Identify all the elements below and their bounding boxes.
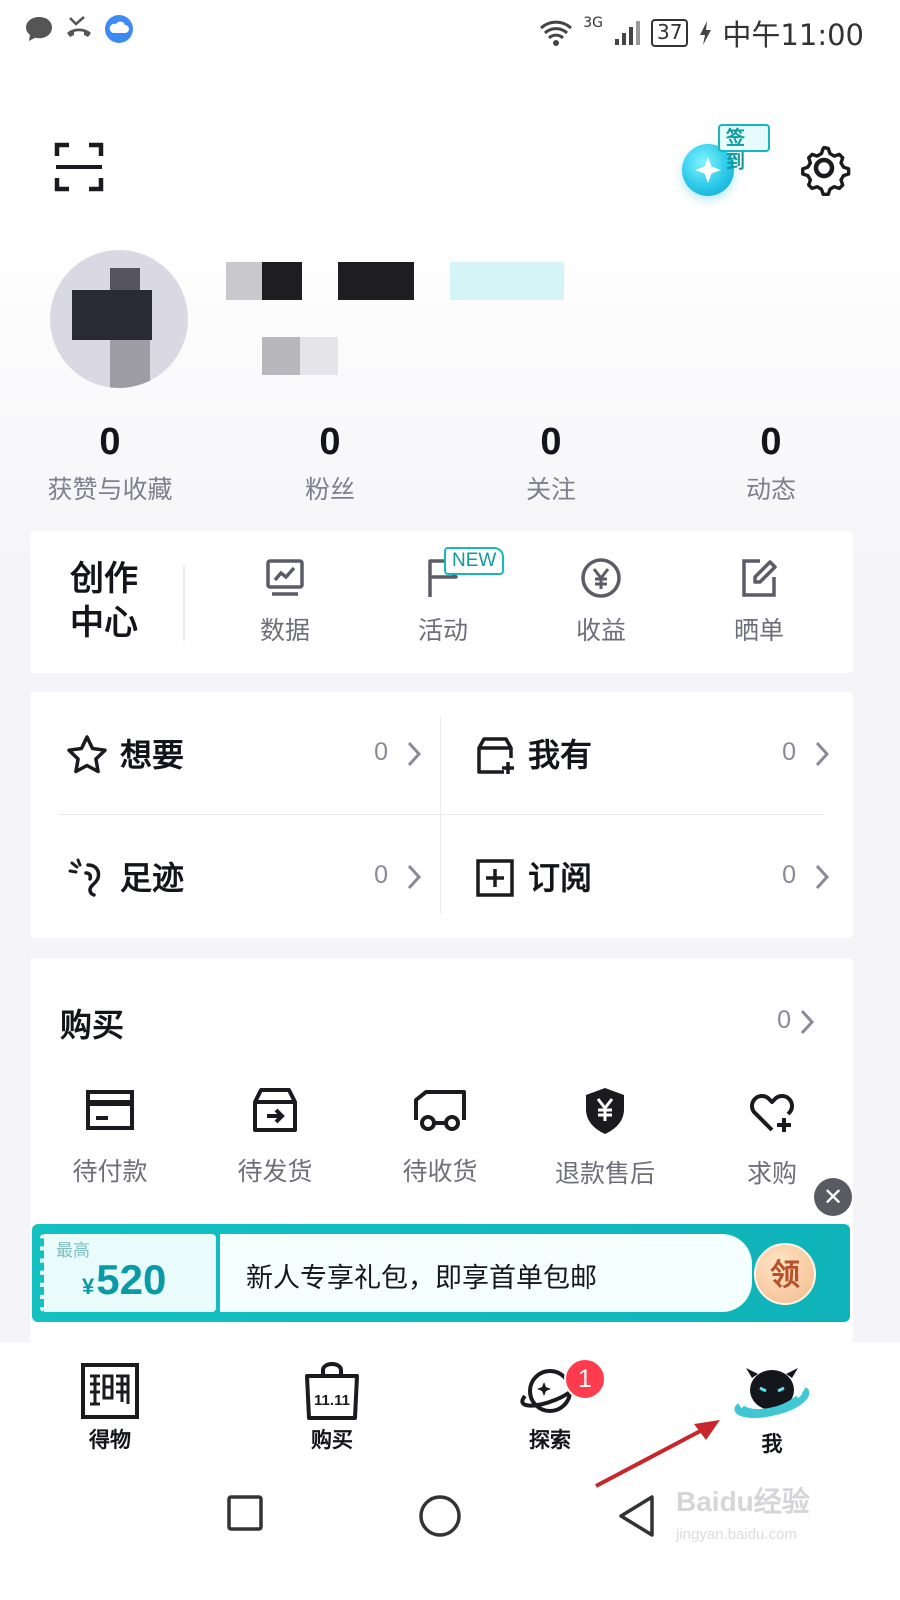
star-icon xyxy=(67,735,107,774)
stat-posts[interactable]: 0 动态 xyxy=(671,420,871,506)
wifi-icon xyxy=(540,20,573,46)
truck-icon xyxy=(414,1090,466,1131)
recents-button[interactable] xyxy=(226,1494,264,1532)
purchase-count[interactable]: 0 xyxy=(777,1006,791,1035)
bottom-tab-bar: 得物 11.11 购买 探索 1 我 xyxy=(0,1342,900,1466)
stat-likes-favorites[interactable]: 0 获赞与收藏 xyxy=(10,420,210,506)
edit-note-icon xyxy=(742,559,777,597)
chat-bubble-icon xyxy=(26,17,52,41)
missed-call-icon xyxy=(67,16,91,37)
promo-text: 新人专享礼包，即享首单包邮 xyxy=(246,1263,597,1294)
wallet-card-icon xyxy=(86,1090,134,1130)
home-button[interactable] xyxy=(418,1494,462,1538)
charging-icon xyxy=(700,21,712,45)
pending-receipt-button[interactable]: 待收货 xyxy=(360,1086,520,1188)
box-ship-icon xyxy=(253,1088,297,1132)
user-id-redacted xyxy=(262,337,300,375)
pending-shipment-button[interactable]: 待发货 xyxy=(195,1086,355,1188)
system-status: 3G 37 中午11:00 xyxy=(539,12,864,54)
baidu-watermark: Baidu经验 jingyan.baidu.com xyxy=(676,1486,810,1543)
box-add-icon xyxy=(477,737,514,774)
plus-square-icon xyxy=(476,859,514,897)
notification-icons xyxy=(24,14,134,44)
wishlist-row[interactable]: 想要 0 xyxy=(58,712,438,812)
back-button[interactable] xyxy=(617,1494,657,1538)
clock: 中午11:00 xyxy=(722,18,864,52)
username-redacted xyxy=(262,262,302,300)
creator-item-showcase[interactable]: 晒单 xyxy=(704,557,814,647)
stat-fans[interactable]: 0 粉丝 xyxy=(230,420,430,506)
chevron-right-icon xyxy=(815,864,830,890)
divider xyxy=(440,716,441,914)
divider xyxy=(183,565,185,641)
collections-card: 想要 0 我有 0 足迹 0 订阅 0 xyxy=(30,692,853,938)
checkin-button[interactable]: 签到 xyxy=(680,122,770,202)
owned-row[interactable]: 我有 0 xyxy=(466,712,846,812)
cloud-app-icon xyxy=(105,15,133,43)
stat-following[interactable]: 0 关注 xyxy=(451,420,651,506)
battery-level: 37 xyxy=(650,19,689,47)
user-id-redacted xyxy=(300,337,338,375)
subscribe-row[interactable]: 订阅 0 xyxy=(466,835,846,935)
sparkle-icon xyxy=(695,157,721,183)
divider xyxy=(58,814,824,815)
creator-center-card: 创作 中心 数据 活动 NEW 收益 晒单 xyxy=(30,531,853,673)
username-redacted xyxy=(226,262,262,300)
footprint-icon xyxy=(68,858,101,897)
dewu-logo-icon xyxy=(81,1363,139,1419)
tab-me[interactable]: 我 xyxy=(712,1362,832,1458)
svg-text:11.11: 11.11 xyxy=(314,1392,350,1409)
claim-button[interactable]: 领 xyxy=(754,1243,816,1305)
avatar[interactable] xyxy=(50,250,188,388)
tab-buy[interactable]: 11.11 购买 xyxy=(272,1362,392,1454)
username-redacted xyxy=(338,262,414,300)
scan-icon[interactable] xyxy=(54,142,104,192)
creator-center-title[interactable]: 创作 中心 xyxy=(70,557,138,645)
network-type: 3G xyxy=(583,15,603,31)
refund-aftersale-button[interactable]: 退款售后 xyxy=(525,1086,685,1190)
chevron-right-icon xyxy=(407,864,422,890)
signal-icon xyxy=(614,21,640,45)
chevron-right-icon xyxy=(407,741,422,767)
avatar-me-icon xyxy=(734,1368,809,1418)
tab-explore[interactable]: 探索 1 xyxy=(490,1358,610,1454)
username-redacted xyxy=(450,262,564,300)
status-bar: 3G 37 中午11:00 xyxy=(0,0,900,62)
creator-item-earnings[interactable]: 收益 xyxy=(546,557,656,647)
tab-dewu[interactable]: 得物 xyxy=(50,1362,170,1454)
profile-stats: 0 获赞与收藏 0 粉丝 0 关注 0 动态 xyxy=(0,420,900,510)
close-promo-button[interactable]: ✕ xyxy=(814,1178,852,1216)
shopping-bag-icon: 11.11 xyxy=(305,1362,359,1420)
checkin-label: 签到 xyxy=(718,124,770,173)
purchase-title[interactable]: 购买 xyxy=(60,1000,124,1046)
new-badge: NEW xyxy=(444,547,505,575)
promo-message-box: 新人专享礼包，即享首单包邮 xyxy=(220,1234,752,1312)
heart-plus-icon xyxy=(750,1094,794,1132)
pending-payment-button[interactable]: 待付款 xyxy=(30,1086,190,1188)
chevron-right-icon[interactable] xyxy=(799,1008,815,1036)
gear-icon[interactable] xyxy=(796,140,852,196)
notification-badge: 1 xyxy=(564,1358,606,1400)
creator-item-data[interactable]: 数据 xyxy=(230,557,340,647)
chart-board-icon xyxy=(266,559,304,596)
footprint-row[interactable]: 足迹 0 xyxy=(58,835,438,935)
promo-amount: ¥520 xyxy=(82,1256,167,1303)
want-to-buy-button[interactable]: 求购 xyxy=(692,1086,852,1190)
chevron-right-icon xyxy=(815,741,830,767)
promo-amount-box: 最高 ¥520 xyxy=(40,1234,216,1312)
yuan-coin-icon xyxy=(581,558,621,598)
new-user-promo-banner[interactable]: 最高 ¥520 新人专享礼包，即享首单包邮 领 xyxy=(32,1224,850,1322)
yuan-shield-icon xyxy=(586,1088,624,1134)
